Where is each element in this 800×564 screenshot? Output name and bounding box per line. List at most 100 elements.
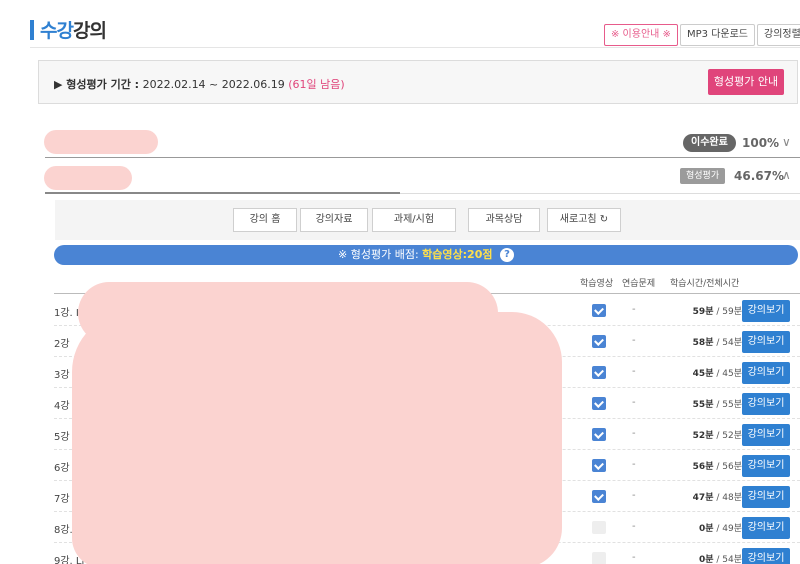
course-progress-bar [45,192,400,194]
lecture-title: 3강 [54,370,70,381]
studied-time: 59분 [692,307,714,317]
video-complete-checkbox [592,521,606,534]
usage-guide-button[interactable]: ※ 이용안내 ※ [604,24,678,46]
lecture-title: 5강 [54,432,70,443]
total-time: / 48분 [716,493,742,503]
video-complete-checkbox [592,335,606,348]
lecture-title: 6강 [54,463,70,474]
practice-status: - [632,304,636,315]
course-progress-percent: 46.67% [734,169,784,183]
study-time: 0분 / 49분 [662,521,742,534]
redacted-course-title [44,130,158,154]
study-time: 52분 / 52분 [662,428,742,441]
total-time: / 55분 [716,400,742,410]
practice-status: - [632,459,636,470]
practice-status: - [632,521,636,532]
practice-status: - [632,428,636,439]
view-lecture-button[interactable]: 강의보기 [742,331,790,353]
lecture-title: 8강. [54,525,73,536]
studied-time: 58분 [692,338,714,348]
mp3-download-button[interactable]: MP3 다운로드 [680,24,755,46]
studied-time: 52분 [692,431,714,441]
total-time: / 54분 [716,555,742,564]
video-complete-checkbox [592,397,606,410]
view-lecture-button[interactable]: 강의보기 [742,548,790,564]
assessment-guide-button[interactable]: 형성평가 안내 [708,69,784,95]
notice-score: 학습영상:20점 [422,248,493,261]
page-title: 수강강의 [40,16,107,43]
studied-time: 0분 [698,524,714,534]
video-complete-checkbox [592,459,606,472]
lecture-title: 2강 [54,339,70,350]
total-time: / 49분 [716,524,742,534]
column-header-video: 학습영상 [580,279,614,289]
study-time: 0분 / 54분 [662,552,742,564]
tab-assignments-exams[interactable]: 과제/시험 [372,208,456,232]
notice-prefix: ※ 형성평가 배점: [338,248,419,261]
column-header-time: 학습시간/전체시간 [670,279,740,289]
column-header-practice: 연습문제 [622,279,656,289]
period-remaining: (61일 남음) [288,78,345,91]
page-title-rest: 강의 [72,20,107,42]
period-range: 2022.02.14 ~ 2022.06.19 [142,78,285,91]
course-divider [45,157,800,158]
study-time: 59분 / 59분 [662,304,742,317]
period-label: ▶ 형성평가 기간 : [54,78,140,91]
refresh-icon: ↻ [599,214,609,225]
tab-course-counseling[interactable]: 과목상담 [468,208,540,232]
study-time: 55분 / 55분 [662,397,742,410]
assessment-period-text: ▶ 형성평가 기간 : 2022.02.14 ~ 2022.06.19 (61일… [54,76,345,92]
help-icon[interactable]: ? [499,248,514,262]
chevron-up-icon[interactable]: ∧ [782,168,791,182]
view-lecture-button[interactable]: 강의보기 [742,517,790,539]
video-complete-checkbox [592,304,606,317]
study-time: 58분 / 54분 [662,335,742,348]
study-time: 45분 / 45분 [662,366,742,379]
total-time: / 54분 [716,338,742,348]
practice-status: - [632,490,636,501]
studied-time: 56분 [692,462,714,472]
total-time: / 56분 [716,462,742,472]
video-complete-checkbox [592,366,606,379]
studied-time: 45분 [692,369,714,379]
view-lecture-button[interactable]: 강의보기 [742,455,790,477]
redaction-overlay [72,312,562,564]
refresh-button[interactable]: 새로고침 ↻ [547,208,621,232]
study-time: 56분 / 56분 [662,459,742,472]
studied-time: 55분 [692,400,714,410]
practice-status: - [632,335,636,346]
practice-status: - [632,552,636,563]
view-lecture-button[interactable]: 강의보기 [742,300,790,322]
assessment-score-notice: ※ 형성평가 배점: 학습영상:20점 ? [54,245,798,265]
lecture-title: 7강 [54,494,70,505]
refresh-label: 새로고침 [559,214,597,225]
page-title-accent: 수강 [40,20,74,42]
course-progress-percent: 100% [742,136,780,150]
video-complete-checkbox [592,428,606,441]
view-lecture-button[interactable]: 강의보기 [742,424,790,446]
view-lecture-button[interactable]: 강의보기 [742,393,790,415]
course-status-badge: 이수완료 [683,134,736,152]
video-complete-checkbox [592,552,606,564]
lecture-title: 4강 [54,401,70,412]
title-accent-bar [30,20,34,40]
tab-lecture-materials[interactable]: 강의자료 [300,208,368,232]
total-time: / 45분 [716,369,742,379]
chevron-down-icon[interactable]: ∨ [782,135,791,149]
video-complete-checkbox [592,490,606,503]
practice-status: - [632,366,636,377]
redacted-course-title [44,166,132,190]
course-status-badge: 형성평가 [680,168,726,184]
view-lecture-button[interactable]: 강의보기 [742,486,790,508]
total-time: / 59분 [716,307,742,317]
view-lecture-button[interactable]: 강의보기 [742,362,790,384]
practice-status: - [632,397,636,408]
total-time: / 52분 [716,431,742,441]
studied-time: 47분 [692,493,714,503]
lecture-title: 1강. I [54,308,79,319]
header-divider [30,47,800,48]
studied-time: 0분 [698,555,714,564]
lecture-sort-button[interactable]: 강의정렬 [757,24,800,46]
study-time: 47분 / 48분 [662,490,742,503]
tab-lecture-home[interactable]: 강의 홈 [233,208,297,232]
